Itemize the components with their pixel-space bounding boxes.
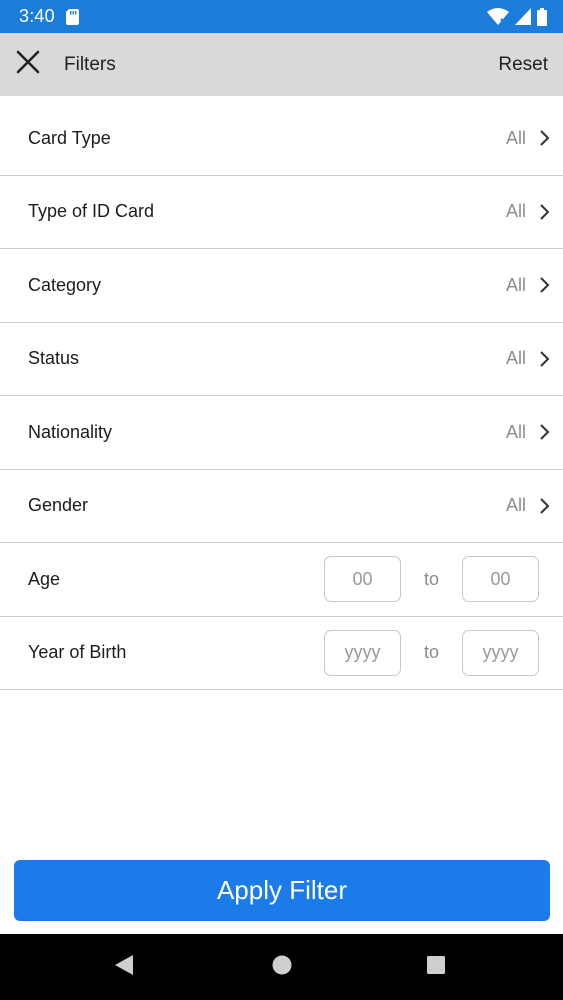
- status-bar: 3:40: [0, 0, 563, 33]
- range-to-label: to: [423, 568, 439, 589]
- filter-label: Gender: [28, 495, 89, 516]
- filter-value: All: [505, 421, 526, 442]
- filter-label: Type of ID Card: [28, 201, 155, 222]
- back-button[interactable]: [104, 947, 144, 987]
- filter-value: All: [505, 348, 526, 369]
- filter-label: Status: [28, 348, 80, 369]
- filter-value: All: [505, 201, 526, 222]
- filter-value: All: [505, 127, 526, 148]
- chevron-right-icon: [539, 203, 551, 221]
- chevron-right-icon: [539, 350, 551, 368]
- back-icon: [113, 953, 135, 982]
- battery-icon: [537, 7, 547, 26]
- filters-toolbar: Filters Reset: [0, 33, 563, 96]
- filter-value: All: [505, 274, 526, 295]
- year-of-birth-range: yyyy to yyyy: [324, 629, 539, 676]
- filter-row-gender[interactable]: Gender All: [0, 470, 563, 543]
- home-icon: [271, 954, 293, 981]
- age-to-input[interactable]: 00: [462, 556, 539, 603]
- filter-list: Card Type All Type of ID Card All Catego…: [0, 102, 563, 690]
- filter-row-card-type[interactable]: Card Type All: [0, 102, 563, 176]
- filter-row-id-card-type[interactable]: Type of ID Card All: [0, 176, 563, 249]
- filter-label: Card Type: [28, 127, 111, 148]
- year-from-input[interactable]: yyyy: [324, 629, 401, 676]
- wifi-icon: [487, 7, 509, 26]
- range-to-label: to: [423, 642, 439, 663]
- close-button[interactable]: [0, 33, 56, 96]
- page-title: Filters: [64, 53, 116, 75]
- reset-button[interactable]: Reset: [498, 54, 548, 76]
- filter-label: Category: [28, 274, 102, 295]
- chevron-right-icon: [539, 129, 551, 147]
- filter-label: Age: [28, 568, 61, 589]
- apply-filter-button[interactable]: Apply Filter: [14, 860, 550, 921]
- age-from-input[interactable]: 00: [324, 556, 401, 603]
- recents-button[interactable]: [416, 947, 456, 987]
- filter-row-status[interactable]: Status All: [0, 323, 563, 396]
- navigation-bar: [0, 934, 563, 1000]
- filter-row-year-of-birth: Year of Birth yyyy to yyyy: [0, 617, 563, 690]
- filter-row-category[interactable]: Category All: [0, 249, 563, 323]
- sd-card-icon: [65, 8, 79, 25]
- chevron-right-icon: [539, 423, 551, 441]
- status-time: 3:40: [19, 6, 55, 26]
- age-range: 00 to 00: [324, 556, 539, 603]
- home-button[interactable]: [262, 947, 302, 987]
- filter-value: All: [505, 495, 526, 516]
- recents-icon: [426, 955, 446, 980]
- filter-row-age: Age 00 to 00: [0, 543, 563, 617]
- signal-icon: [515, 8, 531, 25]
- year-to-input[interactable]: yyyy: [462, 629, 539, 676]
- filter-label: Year of Birth: [28, 642, 127, 663]
- close-icon: [16, 50, 40, 79]
- filter-label: Nationality: [28, 421, 113, 442]
- chevron-right-icon: [539, 276, 551, 294]
- filter-row-nationality[interactable]: Nationality All: [0, 396, 563, 470]
- chevron-right-icon: [539, 497, 551, 515]
